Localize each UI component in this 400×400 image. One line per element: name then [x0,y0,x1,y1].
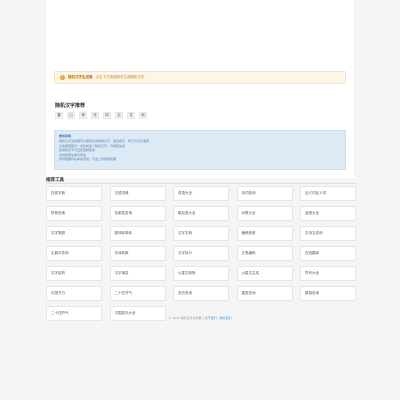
tool-link[interactable]: 近义词反义词 [300,186,356,201]
char-button[interactable]: 月 [91,112,99,119]
tool-link[interactable]: 生僻字查询 [46,246,102,261]
main-card: ! 随机汉字生成器 点击下方按钮即可生成随机汉字 随机汉字推荐 春山海月风云花雨… [46,0,354,178]
char-button[interactable]: 风 [103,112,111,119]
char-button[interactable]: 云 [115,112,123,119]
tool-link[interactable]: 百家姓查询 [109,206,166,221]
tool-link[interactable]: 星座查询 [236,286,293,301]
info-box: 使用说明 随机汉字生成器可以随机生成常用汉字，适合练字、学习与记忆使用 点击按钮即… [54,130,346,170]
warning-text: 点击下方按钮即可生成随机汉字 [95,75,145,79]
tool-link[interactable]: 字体转换 [109,246,166,261]
tool-link[interactable]: 谜语大全 [300,206,356,221]
tool-link[interactable]: 古诗文查询 [300,226,356,241]
tools-divider [46,183,356,184]
tool-link[interactable]: 对联大全 [236,206,293,221]
char-button[interactable]: 海 [79,112,87,119]
tool-link[interactable]: 火星文转换 [173,266,229,281]
info-lines: 随机汉字生成器可以随机生成常用汉字，适合练字、学习与记忆使用 点击按钮即可一次生成… [59,139,341,162]
tool-link[interactable]: 汉语词典 [109,186,166,201]
tool-link[interactable]: 汉字演变 [109,266,166,281]
tool-link[interactable]: 繁体转简体 [109,226,166,241]
tool-link[interactable]: 农历查询 [173,286,229,301]
tool-link[interactable]: 符号大全 [300,266,356,281]
warning-title: 随机汉字生成器 [68,75,93,79]
tool-link[interactable]: 汉字笔顺 [46,226,102,241]
tool-link[interactable]: 五笔编码 [236,246,293,261]
char-button[interactable]: 春 [55,112,63,119]
tool-link[interactable]: 二十四节气 [109,286,166,301]
char-button[interactable]: 雨 [139,112,147,119]
section-title: 随机汉字推荐 [55,103,86,109]
footer-link-contact[interactable]: 联系我们 [220,316,232,320]
tool-link[interactable]: 诗词查询 [236,186,293,201]
tool-link[interactable]: 偏旁部首 [236,226,293,241]
tool-link[interactable]: 在线字典 [46,186,102,201]
tool-link[interactable]: 汉字字典 [173,226,229,241]
tool-link[interactable]: 中国节日 [46,286,102,301]
footer-copyright: © 2024 随机汉字生成器 [168,316,202,320]
char-button[interactable]: 花 [127,112,135,119]
tool-link[interactable]: 成语大全 [173,186,229,201]
tool-link[interactable]: 火星文生成 [236,266,293,281]
char-button[interactable]: 山 [67,112,75,119]
tool-link[interactable]: 在线翻译 [300,246,356,261]
footer: © 2024 随机汉字生成器 | 关于我们 | 联系我们 [0,316,400,320]
tool-link[interactable]: 汉字结构 [46,266,102,281]
tool-link[interactable]: 拼音查询 [46,206,102,221]
char-buttons: 春山海月风云花雨 [55,112,147,119]
footer-link-about[interactable]: 关于我们 [205,316,217,320]
warning-icon: ! [60,75,65,80]
info-line: 所有数据均在本地完成，不会上传到服务器 [59,157,117,162]
tool-link[interactable]: 汉字拆分 [173,246,229,261]
info-title: 使用说明 [59,134,72,138]
warning-alert: ! 随机汉字生成器 点击下方按钮即可生成随机汉字 [54,71,346,84]
tools-grid: 在线字典 汉语词典 成语大全 诗词查询 近义词反义词拼音查询 百家姓查询 歇后语大全 对联大全… [46,186,356,321]
tool-link[interactable]: 歇后语大全 [173,206,229,221]
tool-link[interactable]: 属相查询 [300,286,356,301]
